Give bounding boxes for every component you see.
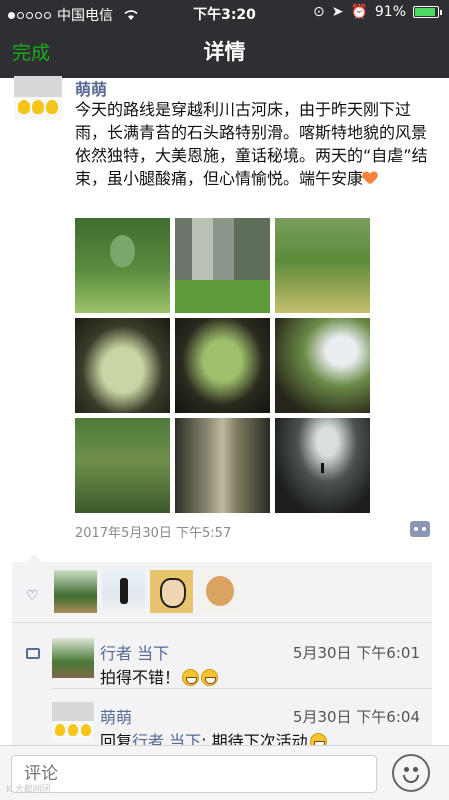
photo-4[interactable] (75, 318, 170, 413)
alarm-icon: ⏰ (350, 4, 368, 20)
post-text: 今天的路线是穿越利川古河床，由于昨天刚下过雨，长满青苔的石头路特别滑。喀斯特地貌… (75, 98, 435, 190)
moments-detail-screen: 中国电信 下午3:20 ⊙ ➤ ⏰ 91% 完成 详情 萌萌 今天的路线是穿越利… (0, 0, 449, 800)
grin-emoji-icon (201, 669, 219, 686)
person-silhouette (321, 463, 324, 473)
photo-2[interactable] (175, 218, 270, 313)
liker-avatar-3[interactable] (150, 570, 193, 613)
heart-emoji-icon (363, 172, 377, 185)
comment-divider (52, 688, 432, 689)
grin-emoji-icon (182, 669, 200, 686)
location-icon: ➤ (331, 4, 344, 20)
status-right: ⊙ ➤ ⏰ 91% (312, 4, 442, 20)
orientation-lock-icon: ⊙ (312, 4, 325, 20)
liker-avatar-2[interactable] (102, 570, 145, 613)
photo-6[interactable] (275, 318, 370, 413)
comment-text-1[interactable]: 拍得不错！ (100, 664, 219, 688)
photo-8[interactable] (175, 418, 270, 513)
commenter-avatar-2[interactable] (52, 702, 94, 742)
photo-9[interactable] (275, 418, 370, 513)
like-row: ♡ (12, 570, 432, 616)
heart-outline-icon: ♡ (26, 588, 39, 604)
author-avatar[interactable] (14, 76, 62, 120)
photo-7[interactable] (75, 418, 170, 513)
post-timestamp: 2017年5月30日 下午5:57 (75, 526, 232, 541)
comment-time-1: 5月30日 下午6:01 (292, 644, 420, 662)
liker-avatar-1[interactable] (54, 570, 97, 613)
comment-input-bar (0, 745, 449, 800)
likes-divider (12, 622, 432, 623)
photo-5[interactable] (175, 318, 270, 413)
more-actions-button[interactable] (410, 521, 430, 537)
photo-grid (75, 218, 371, 513)
liker-avatar-4[interactable] (198, 570, 241, 613)
photo-1[interactable] (75, 218, 170, 313)
status-bar: 中国电信 下午3:20 ⊙ ➤ ⏰ 91% (0, 0, 449, 26)
page-title: 详情 (203, 40, 246, 64)
comment-text-1-body: 拍得不错！ (100, 668, 181, 687)
comment-bubble-icon (26, 648, 40, 659)
author-name[interactable]: 萌萌 (75, 76, 107, 100)
comment-time-2: 5月30日 下午6:04 (292, 708, 420, 726)
likes-comments-panel: ♡ 行者 当下 5月30日 下午6:01 拍得不错！ 萌萌 5月30日 下午6:… (12, 554, 432, 752)
commenter-name-2[interactable]: 萌萌 (100, 704, 132, 728)
commenter-name-1[interactable]: 行者 当下 (100, 640, 169, 664)
emoji-smiley-icon[interactable] (392, 754, 430, 792)
watermark-text: K 大都网团 (6, 785, 51, 795)
top-bar: 中国电信 下午3:20 ⊙ ➤ ⏰ 91% 完成 详情 (0, 0, 449, 78)
battery-percent: 91% (374, 4, 406, 20)
commenter-avatar-1[interactable] (52, 638, 94, 678)
photo-3[interactable] (275, 218, 370, 313)
battery-fill (415, 8, 436, 16)
battery-icon (413, 6, 442, 18)
comment-input[interactable] (11, 755, 377, 793)
